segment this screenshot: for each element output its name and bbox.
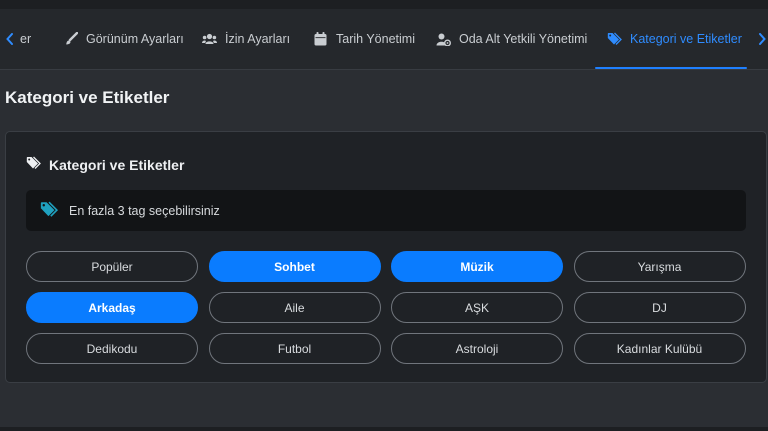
chevron-left-icon bbox=[6, 33, 13, 45]
tags-icon bbox=[607, 32, 622, 47]
tags-icon bbox=[26, 156, 41, 173]
tab-label: Tarih Yönetimi bbox=[336, 32, 415, 46]
info-text: En fazla 3 tag seçebilirsiniz bbox=[69, 203, 220, 218]
calendar-icon bbox=[313, 32, 328, 47]
tab-gorunum-ayarlari[interactable]: Görünüm Ayarları bbox=[63, 9, 184, 69]
tags-icon bbox=[39, 201, 59, 221]
card-title: Kategori ve Etiketler bbox=[49, 156, 185, 173]
brush-icon bbox=[63, 32, 78, 47]
tab-label: Kategori ve Etiketler bbox=[630, 32, 742, 46]
tag-muzik[interactable]: Müzik bbox=[391, 251, 563, 282]
active-tab-indicator bbox=[595, 67, 747, 69]
tag-dj[interactable]: DJ bbox=[573, 292, 746, 323]
scroll-right-button[interactable] bbox=[754, 29, 768, 49]
users-icon bbox=[202, 32, 217, 47]
user-gear-icon bbox=[436, 32, 451, 47]
tag-futbol[interactable]: Futbol bbox=[208, 333, 381, 364]
card-header: Kategori ve Etiketler bbox=[26, 156, 184, 173]
top-strip bbox=[0, 0, 768, 9]
info-alert: En fazla 3 tag seçebilirsiniz bbox=[26, 190, 746, 231]
tab-label: er bbox=[20, 32, 32, 46]
bottom-strip bbox=[0, 427, 768, 431]
tag-dedikodu[interactable]: Dedikodu bbox=[26, 333, 198, 364]
chevron-right-icon bbox=[759, 33, 766, 45]
scroll-left-button[interactable] bbox=[2, 29, 18, 49]
tag-aile[interactable]: Aile bbox=[208, 292, 381, 323]
tag-grid: Popüler Sohbet Müzik Yarışma Arkadaş Ail… bbox=[26, 251, 746, 364]
tab-oda-alt-yetkili-yonetimi[interactable]: Oda Alt Yetkili Yönetimi bbox=[436, 9, 587, 69]
tag-ask[interactable]: AŞK bbox=[391, 292, 563, 323]
tags-card: Kategori ve Etiketler En fazla 3 tag seç… bbox=[5, 131, 767, 383]
tag-arkadas[interactable]: Arkadaş bbox=[26, 292, 198, 323]
tab-tarih-yonetimi[interactable]: Tarih Yönetimi bbox=[313, 9, 415, 69]
tag-kadinlar-kulubu[interactable]: Kadınlar Kulübü bbox=[573, 333, 746, 364]
tag-yarisma[interactable]: Yarışma bbox=[573, 251, 746, 282]
page-title: Kategori ve Etiketler bbox=[5, 88, 170, 107]
tag-populer[interactable]: Popüler bbox=[26, 251, 198, 282]
tab-label: Oda Alt Yetkili Yönetimi bbox=[459, 32, 588, 46]
tab-label: Görünüm Ayarları bbox=[86, 32, 184, 46]
tab-kategori-ve-etiketler[interactable]: Kategori ve Etiketler bbox=[607, 9, 742, 69]
tab-izin-ayarlari[interactable]: İzin Ayarları bbox=[202, 9, 290, 69]
tab-label: İzin Ayarları bbox=[225, 32, 291, 46]
tag-sohbet[interactable]: Sohbet bbox=[208, 251, 381, 282]
tab-bar: er Görünüm Ayarları İzin Ayarları Tarih … bbox=[0, 9, 768, 70]
tag-astroloji[interactable]: Astroloji bbox=[391, 333, 563, 364]
tab-partial[interactable]: er bbox=[20, 9, 31, 69]
